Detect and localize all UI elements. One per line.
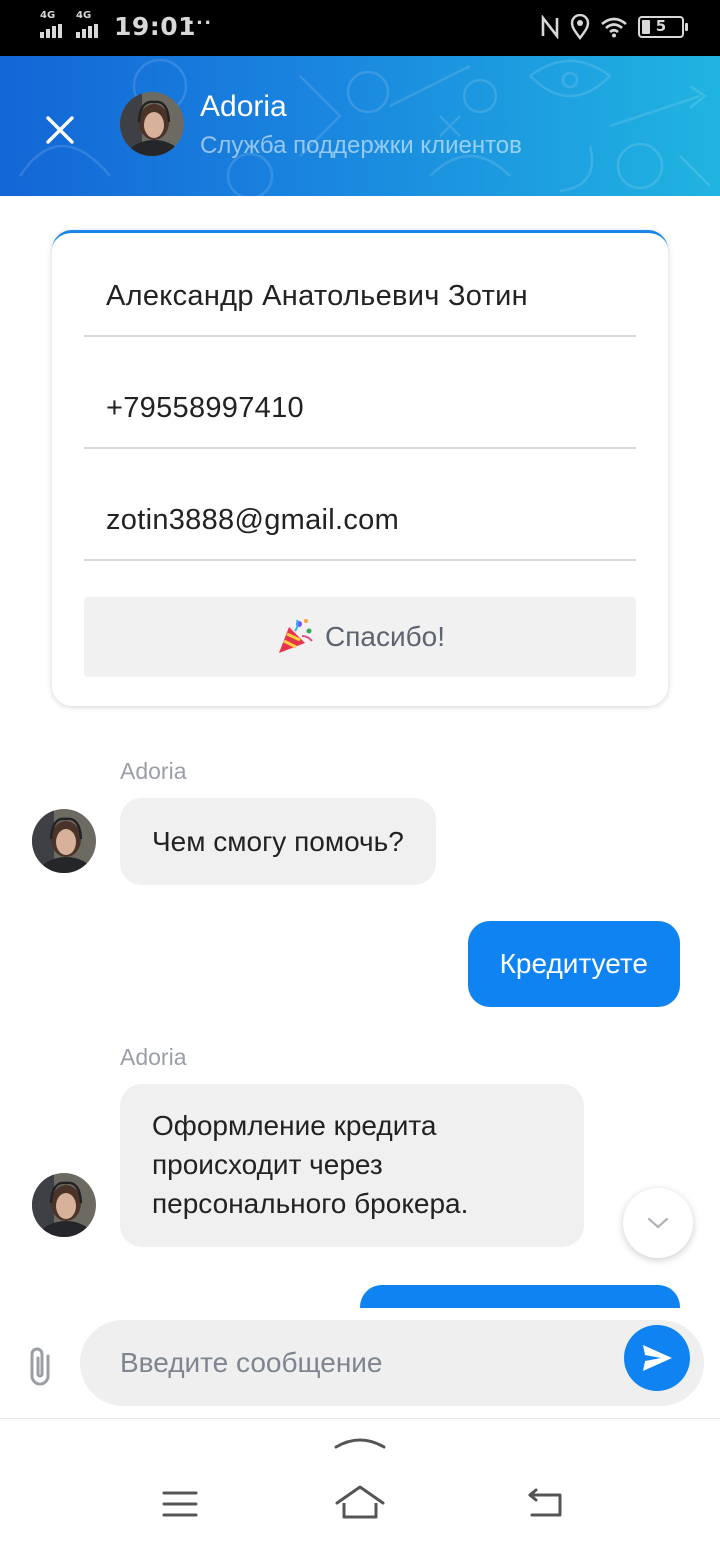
menu-button[interactable] bbox=[150, 1479, 210, 1529]
send-button[interactable] bbox=[624, 1325, 690, 1391]
paperclip-icon[interactable] bbox=[22, 1344, 62, 1390]
message-text: Кредитуете bbox=[499, 948, 648, 979]
send-icon bbox=[643, 1345, 672, 1371]
contact-form-card: Александр Анатольевич Зотин +79558997410… bbox=[52, 230, 668, 706]
agent-avatar bbox=[120, 92, 184, 156]
email-field[interactable]: zotin3888@gmail.com bbox=[84, 471, 636, 561]
home-button[interactable] bbox=[330, 1475, 390, 1531]
signal-icon-sim2: 4G bbox=[76, 10, 98, 38]
system-navigation-bar bbox=[0, 1418, 720, 1544]
battery-level: 5 bbox=[655, 17, 667, 35]
agent-avatar bbox=[32, 809, 96, 873]
network-type-sim2: 4G bbox=[76, 10, 92, 21]
close-icon[interactable] bbox=[40, 110, 80, 150]
status-bar: 4G 4G 19:01 ··· 5 bbox=[0, 0, 720, 56]
message-text-line: происходит через bbox=[152, 1149, 383, 1180]
chat-messages[interactable]: Александр Анатольевич Зотин +79558997410… bbox=[0, 196, 720, 1308]
more-notifications-icon: ··· bbox=[188, 10, 213, 35]
agent-avatar bbox=[32, 1173, 96, 1237]
scroll-down-button[interactable] bbox=[623, 1188, 693, 1258]
menu-icon bbox=[162, 1491, 198, 1517]
chevron-down-icon bbox=[647, 1217, 669, 1229]
outgoing-message: Кредитуете bbox=[467, 921, 680, 1007]
outgoing-message-partial bbox=[360, 1285, 680, 1308]
message-text-line: персонального брокера. bbox=[152, 1188, 469, 1219]
message-sender: Adoria bbox=[120, 1044, 187, 1070]
status-time: 19:01 bbox=[114, 12, 197, 41]
home-icon bbox=[335, 1485, 385, 1519]
chat-header: Adoria Служба поддержки клиентов bbox=[0, 56, 720, 196]
email-value: zotin3888@gmail.com bbox=[106, 504, 400, 536]
phone-field[interactable]: +79558997410 bbox=[84, 359, 636, 449]
back-icon bbox=[528, 1488, 562, 1517]
party-popper-icon bbox=[279, 619, 313, 653]
wifi-icon bbox=[601, 17, 627, 38]
network-type-sim1: 4G bbox=[40, 10, 56, 21]
name-value: Александр Анатольевич Зотин bbox=[106, 280, 528, 312]
thanks-label: Спасибо! bbox=[325, 621, 445, 652]
battery-icon: 5 bbox=[638, 16, 688, 38]
signal-icon-sim1: 4G bbox=[40, 10, 62, 38]
message-input[interactable] bbox=[120, 1320, 620, 1406]
agent-role: Служба поддержки клиентов bbox=[200, 132, 522, 159]
location-icon bbox=[570, 14, 590, 40]
header-pattern-decoration bbox=[18, 58, 711, 196]
message-text-line: Оформление кредита bbox=[152, 1110, 437, 1141]
message-text: Чем смогу помочь? bbox=[152, 826, 404, 857]
message-sender: Adoria bbox=[120, 758, 187, 784]
incoming-message: Чем смогу помочь? bbox=[120, 798, 436, 885]
message-input-container[interactable] bbox=[80, 1320, 704, 1406]
agent-name: Adoria bbox=[200, 90, 287, 123]
expand-handle[interactable] bbox=[330, 1429, 390, 1455]
message-composer bbox=[0, 1308, 720, 1418]
nfc-icon bbox=[541, 15, 559, 39]
incoming-message: Оформление кредита происходит через перс… bbox=[120, 1084, 584, 1247]
name-field[interactable]: Александр Анатольевич Зотин bbox=[84, 247, 636, 337]
chevron-up-icon bbox=[334, 1438, 386, 1449]
thanks-button[interactable]: Спасибо! bbox=[84, 597, 636, 677]
back-button[interactable] bbox=[516, 1479, 576, 1529]
phone-value: +79558997410 bbox=[106, 392, 304, 424]
